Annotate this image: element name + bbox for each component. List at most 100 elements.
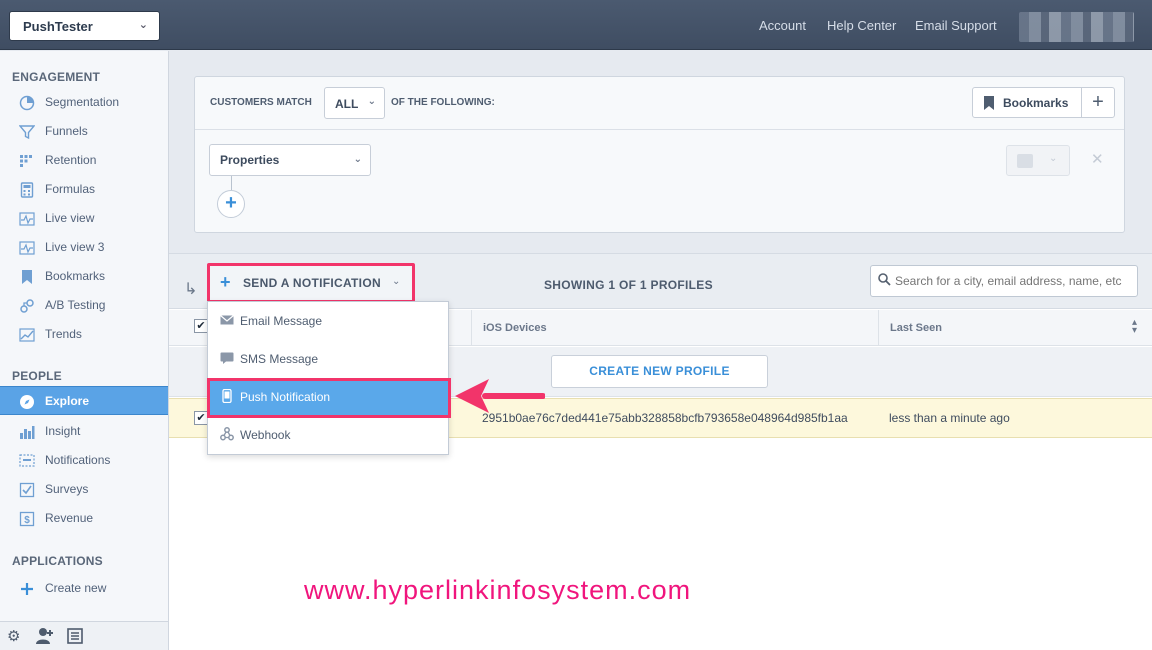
sidebar-item-label: Surveys <box>45 482 89 496</box>
sidebar-item-label: Retention <box>45 153 97 167</box>
add-filter-button[interactable]: + <box>217 190 245 218</box>
chevron-down-icon: ⌄ <box>392 276 401 287</box>
sidebar-item-label: Create new <box>45 581 107 595</box>
menu-item-push-notification[interactable]: Push Notification <box>207 378 451 418</box>
chevron-down-icon: ⌄ <box>367 96 376 107</box>
connector-line <box>231 176 232 190</box>
sidebar-item-retention[interactable]: Retention <box>0 146 168 175</box>
sidebar-item-revenue[interactable]: $ Revenue <box>0 504 168 533</box>
section-title-engagement: ENGAGEMENT <box>12 70 101 84</box>
sidebar-item-formulas[interactable]: Formulas <box>0 175 168 204</box>
menu-item-sms-message[interactable]: SMS Message <box>208 340 448 378</box>
disabled-select: ⌄ <box>1006 145 1070 176</box>
customers-match-label: CUSTOMERS MATCH <box>210 97 312 108</box>
sidebar-item-explore[interactable]: Explore <box>0 386 168 415</box>
sidebar-item-insight[interactable]: Insight <box>0 417 168 446</box>
sidebar: ENGAGEMENT Segmentation Funnels Retentio… <box>0 51 169 650</box>
query-builder: CUSTOMERS MATCH ALL ⌄ OF THE FOLLOWING: … <box>194 76 1125 233</box>
project-select[interactable]: PushTester ⌄ <box>9 11 160 41</box>
send-notification-button[interactable]: + SEND A NOTIFICATION ⌄ <box>207 263 415 303</box>
notification-type-menu: Email Message SMS Message Push Notificat… <box>207 301 451 455</box>
sms-icon <box>220 352 234 364</box>
bookmarks-button[interactable]: Bookmarks <box>972 87 1082 118</box>
svg-text:$: $ <box>24 515 30 526</box>
sidebar-item-label: Explore <box>45 394 90 408</box>
sidebar-item-funnels[interactable]: Funnels <box>0 117 168 146</box>
send-notification-label: SEND A NOTIFICATION <box>243 276 381 290</box>
mobile-phone-icon <box>222 389 232 403</box>
chevron-down-icon: ⌄ <box>1049 153 1058 164</box>
sidebar-item-label: Formulas <box>45 182 96 196</box>
pulse-icon <box>19 241 35 255</box>
properties-select[interactable]: Properties ⌄ <box>209 144 371 176</box>
type-icon <box>1017 154 1033 168</box>
add-user-icon[interactable] <box>35 627 55 649</box>
search-input[interactable] <box>895 272 1135 290</box>
sidebar-item-segmentation[interactable]: Segmentation <box>0 88 168 117</box>
sidebar-item-label: A/B Testing <box>45 298 106 312</box>
search-icon <box>878 273 891 289</box>
add-bookmark-button[interactable]: + <box>1081 87 1115 118</box>
chevron-down-icon: ⌄ <box>353 154 362 165</box>
sidebar-item-label: Live view <box>45 211 95 225</box>
sidebar-item-surveys[interactable]: Surveys <box>0 475 168 504</box>
sidebar-item-live-view[interactable]: Live view <box>0 204 168 233</box>
return-arrow-icon[interactable]: ↳ <box>184 279 197 299</box>
funnel-icon <box>19 125 35 140</box>
match-value: ALL <box>335 97 359 111</box>
section-title-applications: APPLICATIONS <box>12 554 103 568</box>
account-link[interactable]: Account <box>759 18 806 33</box>
bar-chart-icon <box>20 426 35 439</box>
column-ios-devices[interactable]: iOS Devices <box>483 322 547 334</box>
envelope-icon <box>220 315 234 325</box>
sidebar-item-label: Segmentation <box>45 95 120 109</box>
sidebar-item-trends[interactable]: Trends <box>0 320 168 349</box>
sidebar-item-label: Insight <box>45 424 81 438</box>
menu-item-webhook[interactable]: Webhook <box>208 416 448 454</box>
dollar-icon: $ <box>19 511 35 527</box>
webhook-icon <box>220 427 234 441</box>
menu-item-label: SMS Message <box>240 352 319 366</box>
help-center-link[interactable]: Help Center <box>827 18 896 33</box>
properties-label: Properties <box>220 153 280 167</box>
checklist-icon <box>19 482 35 498</box>
close-icon: ✕ <box>1091 151 1104 168</box>
search-box[interactable] <box>870 265 1138 297</box>
column-last-seen[interactable]: Last Seen <box>890 322 942 334</box>
create-new-profile-button[interactable]: CREATE NEW PROFILE <box>551 355 768 388</box>
email-support-link[interactable]: Email Support <box>915 18 997 33</box>
sidebar-item-label: Notifications <box>45 453 111 467</box>
select-all-checkbox[interactable]: ✔ <box>194 319 208 333</box>
showing-count: SHOWING 1 OF 1 PROFILES <box>544 278 713 292</box>
annotation-arrow <box>455 379 545 413</box>
sidebar-item-label: Trends <box>45 327 82 341</box>
sidebar-item-ab-testing[interactable]: A/B Testing <box>0 291 168 320</box>
sidebar-item-label: Revenue <box>45 511 94 525</box>
line-chart-icon <box>19 328 35 342</box>
plus-icon: + <box>220 272 231 292</box>
row-checkbox[interactable]: ✔ <box>194 411 208 425</box>
notification-icon <box>19 454 35 467</box>
column-divider <box>471 310 472 346</box>
menu-item-label: Push Notification <box>240 390 331 404</box>
sidebar-item-label: Bookmarks <box>45 269 106 283</box>
sidebar-item-live-view-3[interactable]: Live view 3 <box>0 233 168 262</box>
sidebar-footer: ⚙ <box>0 621 168 650</box>
sort-icon[interactable]: ▴ ▾ <box>1132 318 1137 336</box>
section-title-people: PEOPLE <box>12 369 62 383</box>
menu-item-label: Webhook <box>240 428 291 442</box>
menu-item-email-message[interactable]: Email Message <box>208 302 448 340</box>
sidebar-item-bookmarks[interactable]: Bookmarks <box>0 262 168 291</box>
sidebar-item-label: Live view 3 <box>45 240 105 254</box>
ab-test-icon <box>20 299 34 313</box>
match-select[interactable]: ALL ⌄ <box>324 87 385 119</box>
bookmark-icon <box>22 270 32 284</box>
sidebar-item-create-new[interactable]: Create new <box>0 574 168 603</box>
documents-icon[interactable] <box>65 627 85 649</box>
sidebar-item-notifications[interactable]: Notifications <box>0 446 168 475</box>
gear-icon[interactable]: ⚙ <box>7 627 20 645</box>
user-account-blurred[interactable] <box>1019 12 1134 42</box>
watermark-text: www.hyperlinkinfosystem.com <box>304 575 692 605</box>
sidebar-item-label: Funnels <box>45 124 88 138</box>
calculator-icon <box>20 182 34 198</box>
